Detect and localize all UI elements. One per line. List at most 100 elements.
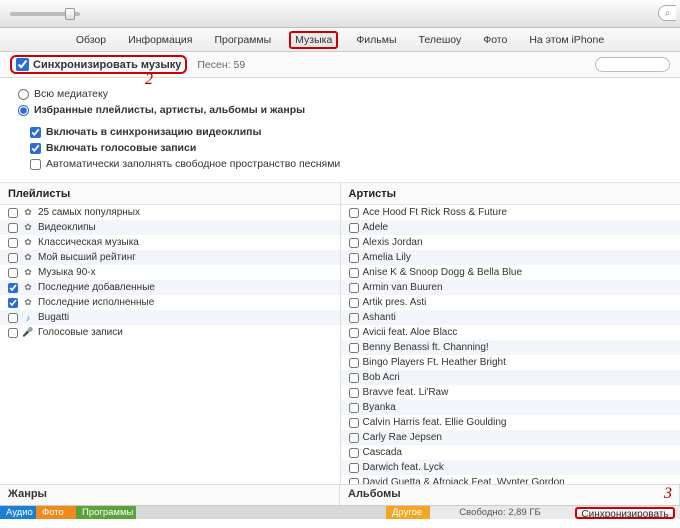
- artist-checkbox[interactable]: [349, 313, 359, 323]
- artist-name: Calvin Harris feat. Ellie Goulding: [363, 417, 507, 428]
- artist-row[interactable]: Carly Rae Jepsen: [341, 430, 680, 445]
- volume-slider[interactable]: [10, 12, 80, 16]
- playlist-row[interactable]: ✿25 самых популярных: [0, 205, 340, 220]
- sync-music-checkbox[interactable]: [16, 58, 29, 71]
- playlist-checkbox[interactable]: [8, 283, 18, 293]
- playlist-checkbox[interactable]: [8, 208, 18, 218]
- artists-header: Артисты: [341, 183, 680, 205]
- artist-checkbox[interactable]: [349, 223, 359, 233]
- artist-row[interactable]: Adele: [341, 220, 680, 235]
- artist-name: Bingo Players Ft. Heather Bright: [363, 357, 506, 368]
- artist-row[interactable]: Bob Acri: [341, 370, 680, 385]
- artist-checkbox[interactable]: [349, 328, 359, 338]
- artist-name: Cascada: [363, 447, 402, 458]
- playlist-name: Классическая музыка: [38, 237, 139, 248]
- artist-row[interactable]: Bravve feat. Li'Raw: [341, 385, 680, 400]
- tab-tvshows[interactable]: Телешоу: [415, 32, 466, 48]
- artist-name: Avicii feat. Aloe Blacc: [363, 327, 458, 338]
- artist-checkbox[interactable]: [349, 268, 359, 278]
- artist-name: Amelia Lily: [363, 252, 411, 263]
- artist-checkbox[interactable]: [349, 463, 359, 473]
- volume-thumb[interactable]: [65, 8, 75, 20]
- playlist-row[interactable]: ♪Bugatti: [0, 310, 340, 325]
- artist-checkbox[interactable]: [349, 418, 359, 428]
- playlist-checkbox[interactable]: [8, 313, 18, 323]
- playlist-checkbox[interactable]: [8, 298, 18, 308]
- artist-name: Carly Rae Jepsen: [363, 432, 442, 443]
- cap-free: Свободно: 2,89 ГБ: [430, 506, 570, 519]
- lower-headers: Жанры Альбомы 3: [0, 485, 680, 505]
- playlist-row[interactable]: ✿Последние исполненные: [0, 295, 340, 310]
- artist-name: David Guetta & Afrojack Feat. Wynter Gor…: [363, 477, 565, 484]
- playlist-row[interactable]: ✿Мой высший рейтинг: [0, 250, 340, 265]
- tab-music[interactable]: Музыка: [289, 31, 338, 49]
- tab-photos[interactable]: Фото: [479, 32, 511, 48]
- artist-row[interactable]: Ashanti: [341, 310, 680, 325]
- artist-row[interactable]: Anise K & Snoop Dogg & Bella Blue: [341, 265, 680, 280]
- playlist-name: Голосовые записи: [38, 327, 123, 338]
- artist-row[interactable]: Artik pres. Asti: [341, 295, 680, 310]
- gear-icon: ✿: [22, 298, 34, 308]
- artist-checkbox[interactable]: [349, 403, 359, 413]
- playlist-row[interactable]: ✿Последние добавленные: [0, 280, 340, 295]
- sync-button[interactable]: Синхронизировать: [575, 507, 674, 519]
- tab-apps[interactable]: Программы: [210, 32, 275, 48]
- playlist-name: Мой высший рейтинг: [38, 252, 136, 263]
- artist-row[interactable]: Darwich feat. Lyck: [341, 460, 680, 475]
- artist-name: Byanka: [363, 402, 396, 413]
- artist-row[interactable]: Amelia Lily: [341, 250, 680, 265]
- playlist-row[interactable]: 🎤Голосовые записи: [0, 325, 340, 340]
- artist-checkbox[interactable]: [349, 238, 359, 248]
- capacity-bar: Аудио Фото Программы Другое Свободно: 2,…: [0, 505, 680, 519]
- artist-checkbox[interactable]: [349, 358, 359, 368]
- gear-icon: ✿: [22, 268, 34, 278]
- artist-checkbox[interactable]: [349, 343, 359, 353]
- artist-row[interactable]: Cascada: [341, 445, 680, 460]
- tab-overview[interactable]: Обзор: [72, 32, 110, 48]
- artist-row[interactable]: Ace Hood Ft Rick Ross & Future: [341, 205, 680, 220]
- tab-movies[interactable]: Фильмы: [352, 32, 400, 48]
- artist-checkbox[interactable]: [349, 298, 359, 308]
- artist-checkbox[interactable]: [349, 433, 359, 443]
- artist-row[interactable]: Alexis Jordan: [341, 235, 680, 250]
- cb-include-voice[interactable]: [30, 143, 41, 154]
- artist-checkbox[interactable]: [349, 448, 359, 458]
- artist-row[interactable]: Benny Benassi ft. Channing!: [341, 340, 680, 355]
- playlist-checkbox[interactable]: [8, 223, 18, 233]
- radio-entire-library[interactable]: [18, 89, 29, 100]
- playlist-name: Bugatti: [38, 312, 69, 323]
- artist-name: Artik pres. Asti: [363, 297, 427, 308]
- playlist-row[interactable]: ✿Музыка 90-х: [0, 265, 340, 280]
- playlist-row[interactable]: ✿Видеоклипы: [0, 220, 340, 235]
- artist-row[interactable]: Byanka: [341, 400, 680, 415]
- cb-autofill[interactable]: [30, 159, 41, 170]
- artist-checkbox[interactable]: [349, 388, 359, 398]
- artist-checkbox[interactable]: [349, 283, 359, 293]
- artist-row[interactable]: Avicii feat. Aloe Blacc: [341, 325, 680, 340]
- artist-row[interactable]: David Guetta & Afrojack Feat. Wynter Gor…: [341, 475, 680, 484]
- artist-checkbox[interactable]: [349, 478, 359, 485]
- artist-checkbox[interactable]: [349, 253, 359, 263]
- sync-options: Всю медиатеку Избранные плейлисты, артис…: [0, 78, 680, 183]
- albums-header: Альбомы: [340, 485, 680, 505]
- playlist-search-input[interactable]: [595, 57, 670, 72]
- radio-selected[interactable]: [18, 105, 29, 116]
- artist-checkbox[interactable]: [349, 208, 359, 218]
- playlist-checkbox[interactable]: [8, 238, 18, 248]
- playlist-checkbox[interactable]: [8, 268, 18, 278]
- playlist-checkbox[interactable]: [8, 253, 18, 263]
- tab-info[interactable]: Информация: [124, 32, 196, 48]
- artist-row[interactable]: Bingo Players Ft. Heather Bright: [341, 355, 680, 370]
- artist-row[interactable]: Armin van Buuren: [341, 280, 680, 295]
- genres-header: Жанры: [0, 485, 340, 505]
- search-icon[interactable]: ⌕: [658, 5, 676, 21]
- cb-include-videos[interactable]: [30, 127, 41, 138]
- cb-include-videos-label: Включать в синхронизацию видеоклипы: [46, 126, 262, 138]
- playlist-row[interactable]: ✿Классическая музыка: [0, 235, 340, 250]
- playlist-checkbox[interactable]: [8, 328, 18, 338]
- artists-body[interactable]: Ace Hood Ft Rick Ross & FutureAdeleAlexi…: [341, 205, 680, 484]
- tab-onthisiphone[interactable]: На этом iPhone: [525, 32, 608, 48]
- sync-music-toggle[interactable]: Синхронизировать музыку: [10, 55, 187, 74]
- artist-row[interactable]: Calvin Harris feat. Ellie Goulding: [341, 415, 680, 430]
- artist-checkbox[interactable]: [349, 373, 359, 383]
